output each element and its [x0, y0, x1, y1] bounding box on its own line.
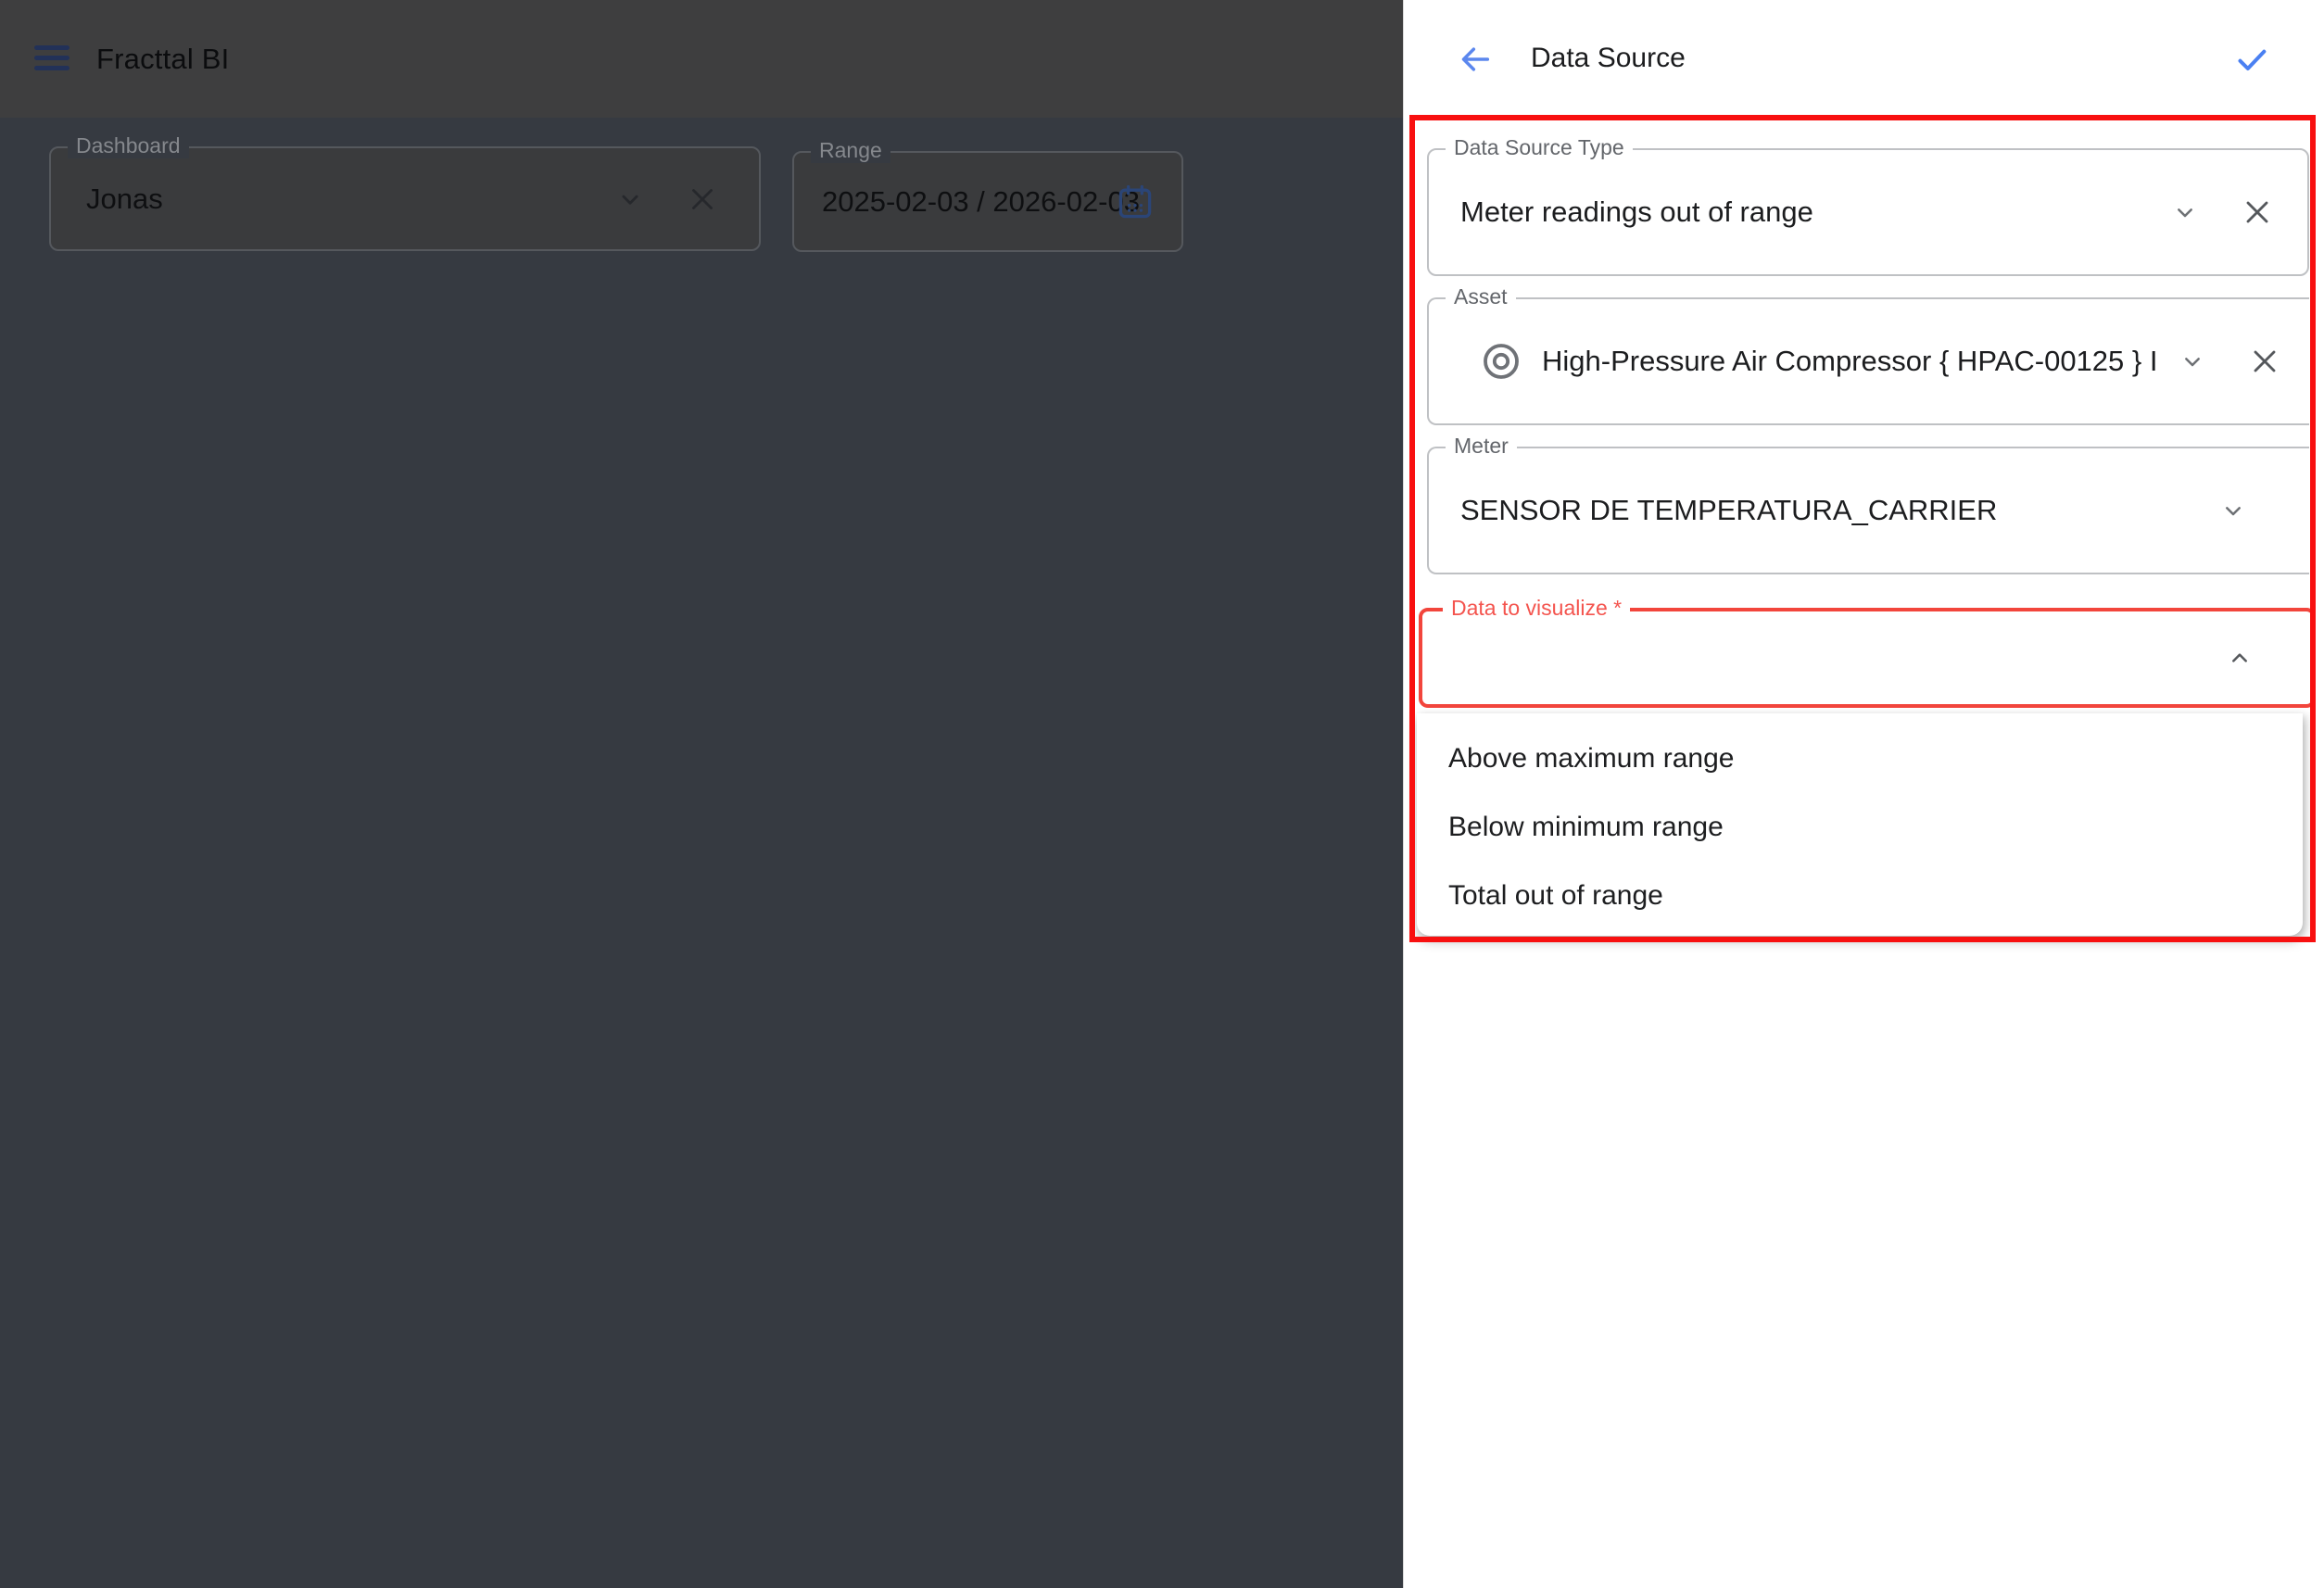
option-below-minimum-range[interactable]: Below minimum range — [1417, 793, 2303, 862]
meter-label: Meter — [1446, 434, 1517, 459]
option-above-maximum-range[interactable]: Above maximum range — [1417, 725, 2303, 793]
calendar-icon[interactable] — [1115, 182, 1156, 222]
range-field[interactable]: Range 2025-02-03 / 2026-02-03 — [792, 151, 1183, 252]
top-app-bar: Fracttal BI — [0, 0, 1403, 118]
chevron-up-icon[interactable] — [2225, 643, 2255, 673]
back-arrow-icon[interactable] — [1456, 41, 1495, 78]
clear-icon[interactable] — [2239, 194, 2276, 231]
clear-icon[interactable] — [685, 182, 720, 217]
check-icon[interactable] — [2232, 41, 2271, 78]
chevron-down-icon[interactable] — [2178, 347, 2207, 376]
meter-value: SENSOR DE TEMPERATURA_CARRIER — [1460, 494, 1997, 527]
dashboard-field-value: Jonas — [86, 183, 163, 216]
data-to-visualize-label: Data to visualize * — [1443, 596, 1630, 621]
range-field-label: Range — [811, 138, 890, 163]
data-source-type-value: Meter readings out of range — [1460, 195, 1813, 229]
option-total-out-of-range[interactable]: Total out of range — [1417, 862, 2303, 930]
asset-field[interactable]: Asset High-Pressure Air Compressor { HPA… — [1427, 297, 2309, 425]
dashboard-select-field[interactable]: Dashboard Jonas — [49, 146, 761, 251]
data-source-type-label: Data Source Type — [1446, 135, 1633, 160]
panel-header: Data Source — [1404, 0, 2324, 118]
chevron-down-icon[interactable] — [2218, 496, 2248, 525]
asset-value: High-Pressure Air Compressor { HPAC-0012… — [1542, 345, 2157, 378]
chevron-down-icon[interactable] — [614, 183, 646, 215]
screen: Fracttal BI Dashboard Jonas Range 2025-0… — [0, 0, 2324, 1588]
dimmed-main-area: Fracttal BI Dashboard Jonas Range 2025-0… — [0, 0, 1403, 1588]
panel-title: Data Source — [1531, 43, 1686, 74]
app-title: Fracttal BI — [96, 43, 229, 76]
data-source-panel: Data Source Data Source Type Meter readi… — [1403, 0, 2324, 1588]
data-to-visualize-field[interactable]: Data to visualize * — [1419, 608, 2316, 708]
clear-icon[interactable] — [2246, 343, 2283, 380]
data-to-visualize-dropdown: Above maximum range Below minimum range … — [1417, 713, 2303, 936]
target-icon — [1479, 339, 1523, 384]
chevron-down-icon[interactable] — [2170, 197, 2200, 227]
meter-field[interactable]: Meter SENSOR DE TEMPERATURA_CARRIER — [1427, 447, 2309, 574]
asset-label: Asset — [1446, 284, 1516, 309]
menu-icon[interactable] — [34, 45, 69, 71]
data-source-type-field[interactable]: Data Source Type Meter readings out of r… — [1427, 148, 2309, 276]
range-field-value: 2025-02-03 / 2026-02-03 — [822, 185, 1140, 219]
dashboard-field-label: Dashboard — [68, 133, 189, 158]
